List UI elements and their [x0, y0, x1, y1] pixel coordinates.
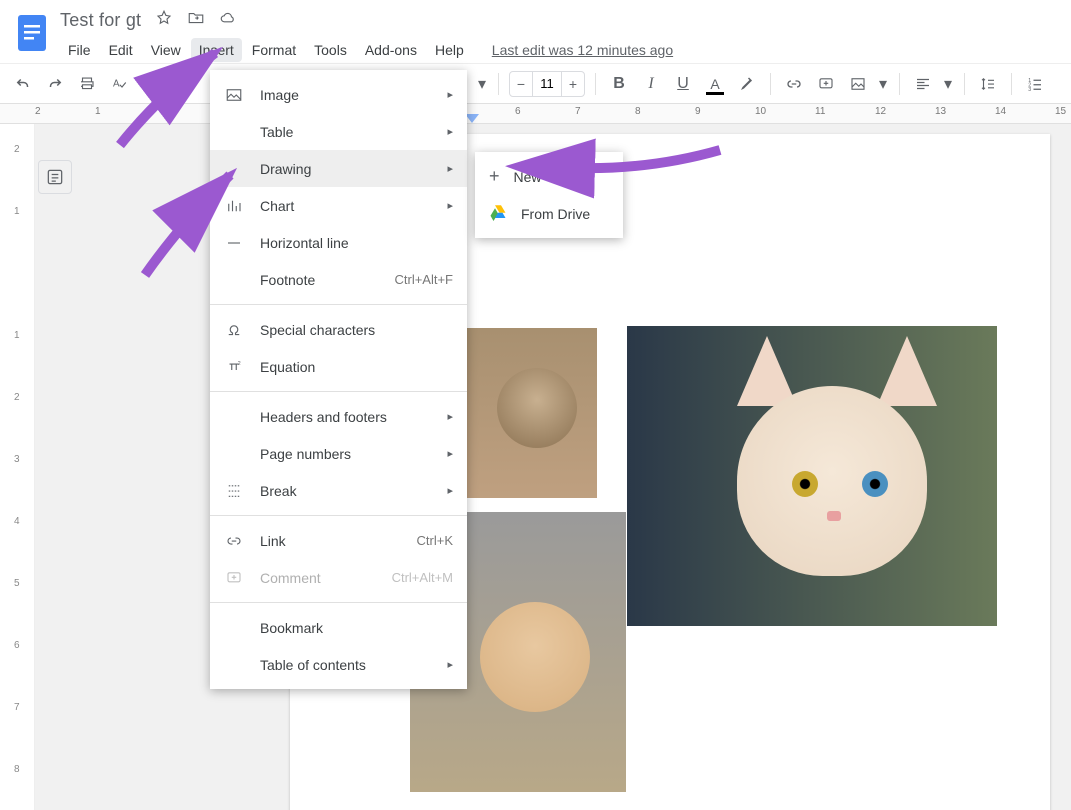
menu-format[interactable]: Format — [244, 38, 304, 62]
annotation-arrow — [130, 165, 250, 290]
italic-button[interactable]: I — [638, 71, 664, 97]
insert-table-item[interactable]: Table ▸ — [210, 113, 467, 150]
numbered-list-button[interactable]: 123 — [1022, 71, 1048, 97]
menu-file[interactable]: File — [60, 38, 99, 62]
submenu-arrow-icon: ▸ — [447, 199, 453, 212]
redo-button[interactable] — [42, 71, 68, 97]
insert-equation-item[interactable]: 2 Equation — [210, 348, 467, 385]
cloud-status-icon[interactable] — [219, 9, 237, 32]
insert-comment-button[interactable] — [813, 71, 839, 97]
insert-image-button[interactable] — [845, 71, 871, 97]
image-cat-white[interactable] — [627, 326, 997, 626]
menu-help[interactable]: Help — [427, 38, 472, 62]
insert-link-item[interactable]: Link Ctrl+K — [210, 522, 467, 559]
submenu-arrow-icon: ▸ — [447, 658, 453, 671]
insert-table-of-contents-item[interactable]: Table of contents ▸ — [210, 646, 467, 683]
last-edit-link[interactable]: Last edit was 12 minutes ago — [492, 42, 673, 58]
insert-headers-footers-item[interactable]: Headers and footers ▸ — [210, 398, 467, 435]
insert-break-item[interactable]: Break ▸ — [210, 472, 467, 509]
align-dropdown-caret[interactable]: ▾ — [942, 74, 954, 94]
insert-bookmark-item[interactable]: Bookmark — [210, 609, 467, 646]
insert-menu-dropdown: Image ▸ Table ▸ Drawing ▸ Chart ▸ Horizo… — [210, 70, 467, 689]
font-size-input[interactable] — [532, 72, 562, 96]
link-icon — [224, 532, 244, 550]
print-button[interactable] — [74, 71, 100, 97]
highlight-button[interactable] — [734, 71, 760, 97]
annotation-arrow — [100, 35, 240, 160]
star-icon[interactable] — [155, 9, 173, 32]
submenu-arrow-icon: ▸ — [447, 410, 453, 423]
insert-comment-item: Comment Ctrl+Alt+M — [210, 559, 467, 596]
submenu-arrow-icon: ▸ — [447, 447, 453, 460]
image-dropdown-caret[interactable]: ▾ — [877, 74, 889, 94]
font-size-decrease[interactable]: − — [510, 72, 532, 96]
image-cat-tabby[interactable] — [467, 328, 597, 498]
bold-button[interactable]: B — [606, 71, 632, 97]
text-color-button[interactable]: A — [702, 71, 728, 97]
annotation-arrow — [560, 140, 730, 195]
omega-icon — [224, 321, 244, 339]
insert-special-characters-item[interactable]: Special characters — [210, 311, 467, 348]
menu-addons[interactable]: Add-ons — [357, 38, 425, 62]
submenu-arrow-icon: ▸ — [447, 88, 453, 101]
svg-text:2: 2 — [238, 360, 241, 366]
pi-icon: 2 — [224, 358, 244, 376]
menu-tools[interactable]: Tools — [306, 38, 355, 62]
underline-button[interactable]: U — [670, 71, 696, 97]
font-size-increase[interactable]: + — [562, 72, 584, 96]
docs-logo-icon[interactable] — [12, 6, 52, 60]
vertical-ruler[interactable]: 2112345678 — [0, 124, 35, 810]
comment-icon — [224, 569, 244, 587]
submenu-arrow-icon: ▸ — [447, 162, 453, 175]
undo-button[interactable] — [10, 71, 36, 97]
move-to-folder-icon[interactable] — [187, 9, 205, 32]
insert-page-numbers-item[interactable]: Page numbers ▸ — [210, 435, 467, 472]
submenu-arrow-icon: ▸ — [447, 125, 453, 138]
plus-icon: + — [489, 166, 500, 187]
insert-link-button[interactable] — [781, 71, 807, 97]
font-size-control: − + — [509, 71, 585, 97]
drawing-from-drive-item[interactable]: From Drive — [475, 195, 623, 232]
submenu-arrow-icon: ▸ — [447, 484, 453, 497]
break-icon — [224, 482, 244, 500]
line-spacing-button[interactable] — [975, 71, 1001, 97]
zoom-dropdown[interactable]: ▾ — [476, 74, 488, 94]
svg-text:3: 3 — [1028, 86, 1031, 92]
align-button[interactable] — [910, 71, 936, 97]
outline-toggle-button[interactable] — [38, 160, 72, 194]
insert-image-item[interactable]: Image ▸ — [210, 76, 467, 113]
drive-icon — [489, 203, 507, 224]
document-title[interactable]: Test for gt — [60, 10, 141, 31]
